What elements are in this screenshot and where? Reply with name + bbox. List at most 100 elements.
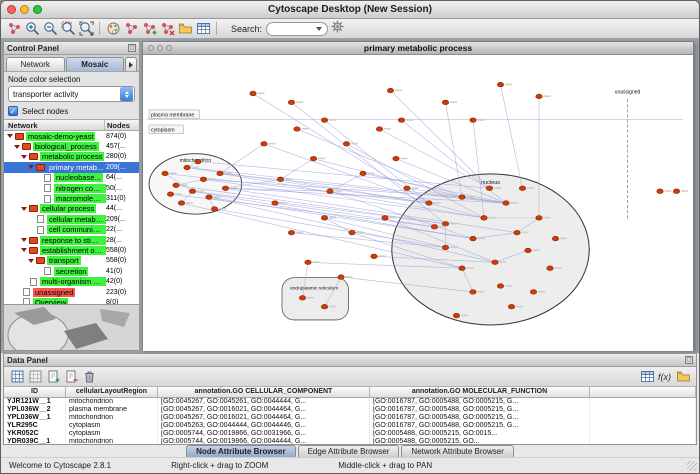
table-row[interactable]: YKR052Ccytoplasm[GO:0005744, GO:0019866,… <box>4 430 696 438</box>
expander-icon[interactable] <box>14 145 20 149</box>
folder-icon <box>29 153 38 160</box>
close-window-button[interactable] <box>7 5 16 14</box>
show-graphics-details-icon[interactable] <box>104 20 122 37</box>
column-header[interactable]: cellularLayoutRegion <box>66 387 158 398</box>
document-icon <box>44 195 51 203</box>
tree-row[interactable]: primary metab...209(... <box>4 162 139 172</box>
network-view-titlebar[interactable]: primary metabolic process <box>143 42 693 55</box>
expander-icon[interactable] <box>28 165 34 169</box>
select-all-attributes-icon[interactable] <box>8 368 26 385</box>
tree-item-label: nucleobase... <box>54 173 103 182</box>
first-neighbors-icon[interactable] <box>122 20 140 37</box>
tree-row[interactable]: cellular metabo...209(... <box>4 214 139 224</box>
zoom-window-button[interactable] <box>33 5 42 14</box>
float-panel-icon[interactable]: ◻ <box>128 44 136 52</box>
attribute-grid-icon[interactable] <box>638 368 656 385</box>
network-canvas[interactable]: plasma membranecytoplasmmitochondrionnuc… <box>143 55 693 351</box>
create-network-view-icon[interactable] <box>140 20 158 37</box>
table-cell: [GO:0005744, GO:0019866, GO:0031966, G..… <box>158 430 370 438</box>
table-cell: YJR121W__1 <box>4 398 66 406</box>
column-header[interactable]: ID <box>4 387 66 398</box>
more-tabs-button[interactable] <box>125 57 137 71</box>
resize-grip[interactable] <box>687 461 697 471</box>
tree-row[interactable]: metabolic process280(0) <box>4 152 139 162</box>
document-icon <box>37 215 44 223</box>
new-attribute-icon[interactable] <box>44 368 62 385</box>
zoom-out-icon[interactable] <box>41 20 59 37</box>
table-row[interactable]: YLR295Ccytoplasm[GO:0045263, GO:0044444,… <box>4 422 696 430</box>
table-row[interactable]: YDR039C__1mitochondrion[GO:0005744, GO:0… <box>4 438 696 444</box>
table-cell: mitochondrion <box>66 398 158 406</box>
tree-row[interactable]: nitrogen compo...50(... <box>4 183 139 193</box>
tree-row[interactable]: multi-organism pro...42(0) <box>4 276 139 286</box>
column-header[interactable]: annotation.GO CELLULAR_COMPONENT <box>158 387 370 398</box>
expander-icon[interactable] <box>28 259 34 263</box>
tree-row[interactable]: macromolecule...311(0) <box>4 193 139 203</box>
tree-row[interactable]: mosaic-demo-yeast874(0) <box>4 131 139 141</box>
tree-item-label: nitrogen compo... <box>54 184 106 193</box>
table-row[interactable]: YPL036W__1mitochondrion[GO:0045267, GO:0… <box>4 414 696 422</box>
destroy-network-icon[interactable] <box>158 20 176 37</box>
tree-row[interactable]: establishment of lo...558(0) <box>4 245 139 255</box>
node-color-select[interactable]: transporter activity <box>8 86 135 102</box>
folder-icon <box>15 133 24 140</box>
expander-icon[interactable] <box>21 207 27 211</box>
tree-header-nodes[interactable]: Nodes <box>105 120 139 130</box>
document-icon <box>37 226 44 234</box>
zoom-fit-icon[interactable] <box>77 20 95 37</box>
delete-attribute-icon[interactable] <box>62 368 80 385</box>
data-panel-toolbar: f(x) <box>4 367 696 387</box>
column-header[interactable]: annotation.GO MOLECULAR_FUNCTION <box>370 387 590 398</box>
title-bar[interactable]: Cytoscape Desktop (New Session) <box>1 1 699 19</box>
attribute-table-header: IDcellularLayoutRegionannotation.GO CELL… <box>4 387 696 398</box>
svg-text:unassigned: unassigned <box>615 89 641 95</box>
tree-row[interactable]: transport558(0) <box>4 256 139 266</box>
tree-row[interactable]: nucleobase...64(... <box>4 173 139 183</box>
import-network-icon[interactable] <box>176 20 194 37</box>
tree-row[interactable]: cellular process44(... <box>4 204 139 214</box>
table-cell-filler <box>590 414 696 422</box>
tree-row[interactable]: biological_process457(... <box>4 141 139 151</box>
inner-window-controls <box>148 45 172 51</box>
table-cell: YLR295C <box>4 422 66 430</box>
table-row[interactable]: YPL036W__2plasma membrane[GO:0045267, GO… <box>4 406 696 414</box>
tree-row[interactable]: Overview8(0) <box>4 297 139 304</box>
search-input[interactable] <box>266 22 328 36</box>
search-dropdown-arrow[interactable] <box>316 27 322 31</box>
import-table-icon[interactable] <box>194 20 212 37</box>
svg-text:cytoplasm: cytoplasm <box>151 128 175 134</box>
tab-network[interactable]: Network <box>6 57 65 71</box>
search-config-icon[interactable] <box>328 18 346 35</box>
zoom-in-icon[interactable] <box>23 20 41 37</box>
expander-icon[interactable] <box>21 248 27 252</box>
clear-attribute-icon[interactable] <box>80 368 98 385</box>
network-overview-icon[interactable] <box>5 20 23 37</box>
formula-builder-icon[interactable]: f(x) <box>656 368 674 385</box>
cytoscape-window: Cytoscape Desktop (New Session) Search: … <box>0 0 700 474</box>
tab-mosaic[interactable]: Mosaic <box>66 57 125 71</box>
tree-header-network[interactable]: Network <box>4 120 105 130</box>
search-label: Search: <box>231 24 262 34</box>
tree-row[interactable]: unassigned223(0) <box>4 287 139 297</box>
table-row[interactable]: YJR121W__1mitochondrion[GO:0045267, GO:0… <box>4 398 696 406</box>
combo-arrows-icon[interactable] <box>120 87 133 101</box>
import-attributes-icon[interactable] <box>674 368 692 385</box>
expander-icon[interactable] <box>21 238 27 242</box>
tree-row[interactable]: secretion41(0) <box>4 266 139 276</box>
tree-row[interactable]: cell communicat...22(... <box>4 225 139 235</box>
table-cell: cytoplasm <box>66 422 158 430</box>
minimize-window-button[interactable] <box>20 5 29 14</box>
float-data-panel-icon[interactable]: ◻ <box>685 356 693 364</box>
zoom-selected-icon[interactable] <box>59 20 77 37</box>
expander-icon[interactable] <box>7 134 13 138</box>
node-color-label: Node color selection <box>8 75 135 84</box>
unselect-all-attributes-icon[interactable] <box>26 368 44 385</box>
table-cell-filler <box>590 422 696 430</box>
inner-close-button[interactable] <box>148 45 154 51</box>
inner-minimize-button[interactable] <box>157 45 163 51</box>
birds-eye-view[interactable] <box>4 304 139 350</box>
expander-icon[interactable] <box>21 155 27 159</box>
select-nodes-checkbox[interactable]: ✓ <box>8 106 18 116</box>
tree-row[interactable]: response to stimul...28(... <box>4 235 139 245</box>
inner-zoom-button[interactable] <box>166 45 172 51</box>
